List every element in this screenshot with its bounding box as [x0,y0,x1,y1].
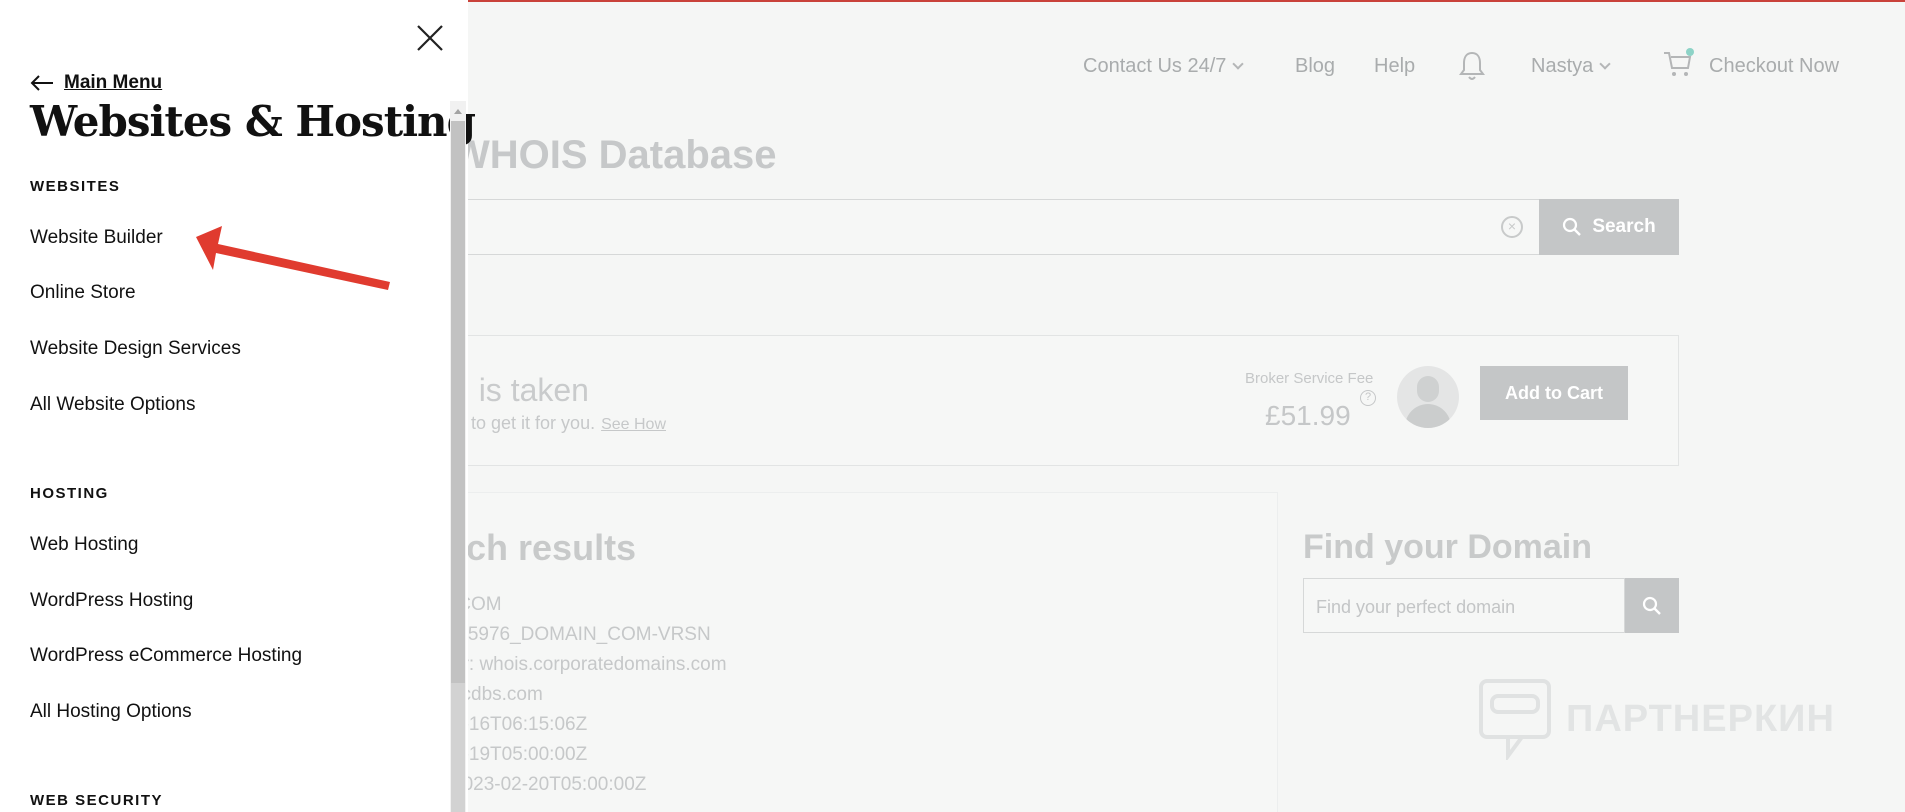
find-domain-input[interactable]: Find your perfect domain [1303,578,1625,633]
main-menu-label: Main Menu [64,72,163,93]
search-icon [1563,217,1582,236]
close-icon[interactable] [414,22,446,54]
add-to-cart-button[interactable]: Add to Cart [1480,366,1628,420]
cart-icon[interactable] [1662,48,1694,86]
search-icon [1642,596,1661,615]
broker-fee-price: £51.99 [1265,400,1351,431]
avatar [1397,366,1459,428]
menu-item-all-hosting-options[interactable]: All Hosting Options [30,701,192,723]
chevron-down-icon [1232,58,1245,70]
broker-fee-label: Broker Service Fee [1245,370,1374,387]
result-line: 2-16T06:15:06Z [452,714,588,735]
section-heading-websites: WEBSITES [30,178,121,195]
checkout-link[interactable]: Checkout Now [1709,55,1839,78]
subtitle-text: le to get it for you. [452,413,596,433]
menu-item-wordpress-ecommerce-hosting[interactable]: WordPress eCommerce Hosting [30,645,302,667]
see-how-link[interactable]: See How [601,416,666,433]
menu-item-online-store[interactable]: Online Store [30,282,136,304]
section-heading-web-security: WEB SECURITY [30,792,164,809]
scroll-up-arrow-icon[interactable] [450,101,466,121]
bell-icon[interactable] [1458,50,1486,88]
page-title: WHOIS Database [452,133,777,177]
result-line: 2-19T05:00:00Z [452,744,588,765]
result-line: 2023-02-20T05:00:00Z [452,774,647,795]
menu-item-wordpress-hosting[interactable]: WordPress Hosting [30,590,193,612]
side-drawer: Main Menu Websites & Hosting WEBSITES We… [0,0,476,812]
find-domain-title: Find your Domain [1303,528,1592,566]
blog-link[interactable]: Blog [1295,55,1335,78]
clear-icon[interactable]: × [1501,216,1523,238]
arrow-left-icon [30,75,53,91]
find-domain-search-button[interactable] [1625,578,1679,633]
domain-taken-subtitle: le to get it for you. See How [452,413,666,434]
result-line: er: whois.corporatedomains.com [452,654,727,675]
watermark: ПАРТНЕРКИН [1478,678,1835,760]
domain-taken-title: n is taken [452,372,589,408]
user-name: Nastya [1531,55,1594,77]
chevron-down-icon [1599,58,1611,70]
search-results-title: rch results [452,527,637,568]
drawer-title: Websites & Hosting [30,97,476,146]
help-link[interactable]: Help [1374,55,1415,78]
scrollbar-thumb[interactable] [451,121,465,683]
contact-label: Contact Us 24/7 [1083,55,1227,77]
contact-us-dropdown[interactable]: Contact Us 24/7 [1083,55,1245,78]
menu-item-web-hosting[interactable]: Web Hosting [30,534,138,556]
menu-item-website-builder[interactable]: Website Builder [30,227,163,249]
search-button-label: Search [1592,216,1656,237]
main-menu-back-link[interactable]: Main Menu [30,72,162,94]
menu-item-website-design-services[interactable]: Website Design Services [30,338,241,360]
watermark-logo-icon [1479,679,1551,760]
info-icon[interactable]: ? [1360,390,1376,406]
scrollbar-lower [451,683,465,812]
user-menu[interactable]: Nastya [1531,55,1611,78]
result-line: :25976_DOMAIN_COM-VRSN [452,624,711,645]
menu-item-all-website-options[interactable]: All Website Options [30,394,195,416]
whois-search-input[interactable] [452,199,1539,255]
watermark-text: ПАРТНЕРКИН [1566,697,1835,740]
section-heading-hosting: HOSTING [30,485,109,502]
search-button[interactable]: Search [1539,199,1679,255]
